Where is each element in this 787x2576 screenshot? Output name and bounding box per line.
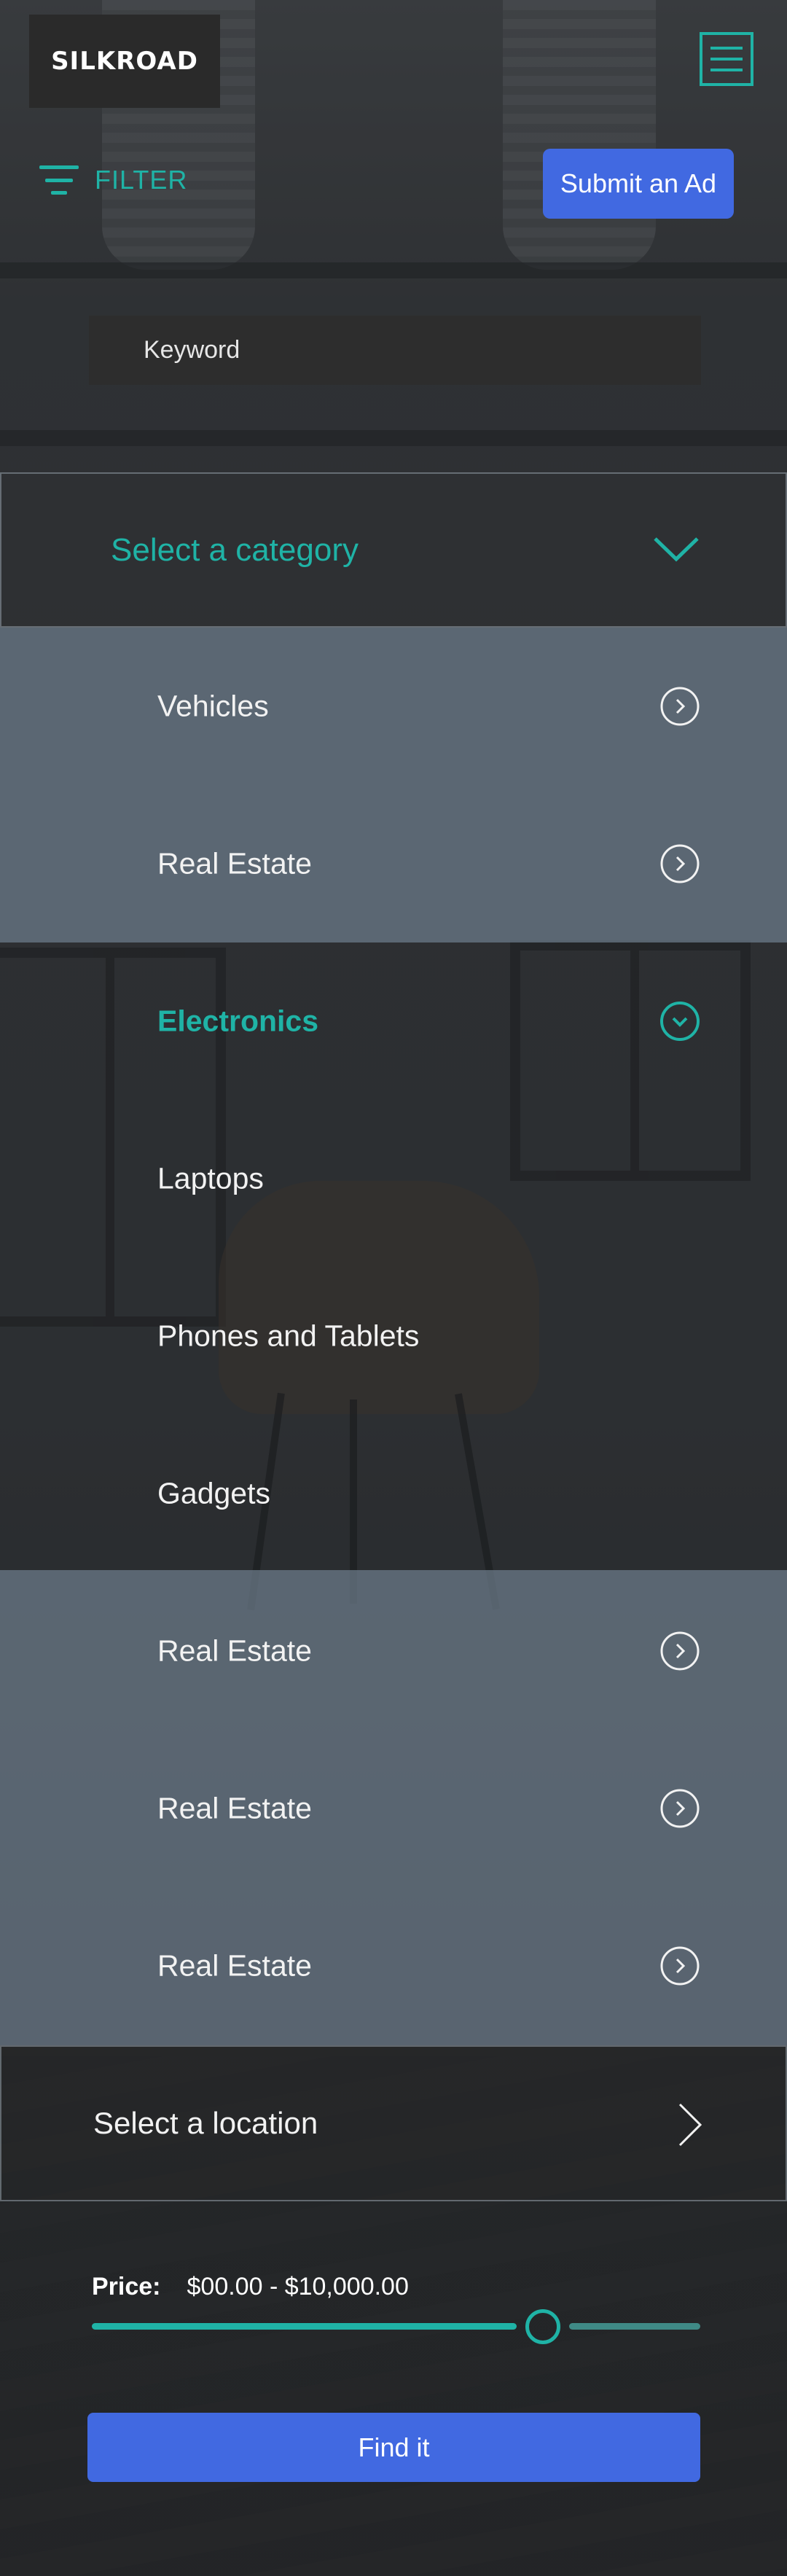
location-select[interactable]: Select a location xyxy=(0,2045,787,2201)
category-select-label: Select a category xyxy=(111,531,359,568)
price-summary: Price: $00.00 - $10,000.00 xyxy=(92,2273,409,2301)
category-item-real-estate[interactable]: Real Estate xyxy=(0,785,787,942)
filter-label: FILTER xyxy=(95,165,188,195)
price-range-value: $00.00 - $10,000.00 xyxy=(187,2273,409,2300)
chevron-right-icon xyxy=(678,2103,702,2147)
category-item-label: Real Estate xyxy=(157,846,312,881)
category-item-real-estate[interactable]: Real Estate xyxy=(0,1572,787,1730)
price-slider-track-filled xyxy=(92,2323,517,2330)
chevron-right-circle-icon xyxy=(660,1631,700,1671)
submit-ad-button[interactable]: Submit an Ad xyxy=(543,149,734,219)
category-item-label: Vehicles xyxy=(157,689,269,723)
filter-icon xyxy=(39,165,79,195)
logo[interactable]: SILKROAD xyxy=(29,15,220,108)
category-item-vehicles[interactable]: Vehicles xyxy=(0,628,787,785)
price-slider-handle[interactable] xyxy=(525,2309,560,2344)
price-label: Price: xyxy=(92,2273,161,2300)
chevron-right-circle-icon xyxy=(660,1946,700,1986)
filter-toggle[interactable]: FILTER xyxy=(39,165,187,195)
logo-text: SILKROAD xyxy=(51,47,198,76)
find-it-button[interactable]: Find it xyxy=(87,2413,700,2482)
chevron-right-circle-icon xyxy=(660,844,700,883)
category-item-real-estate[interactable]: Real Estate xyxy=(0,1730,787,1887)
subcategory-item-laptops[interactable]: Laptops xyxy=(0,1100,787,1257)
category-item-label: Real Estate xyxy=(157,1634,312,1668)
subcategory-item-phones-tablets[interactable]: Phones and Tablets xyxy=(0,1257,787,1415)
chevron-down-circle-icon xyxy=(660,1002,700,1041)
category-item-label: Electronics xyxy=(157,1004,319,1038)
category-item-electronics[interactable]: Electronics xyxy=(0,942,787,1100)
category-item-label: Real Estate xyxy=(157,1791,312,1825)
subcategory-item-label: Gadgets xyxy=(157,1476,270,1510)
price-slider-track-empty xyxy=(569,2323,700,2330)
keyword-input[interactable] xyxy=(89,316,701,385)
chevron-down-icon xyxy=(654,537,699,562)
category-item-real-estate[interactable]: Real Estate xyxy=(0,1887,787,2045)
chevron-right-circle-icon xyxy=(660,687,700,726)
hamburger-menu-icon[interactable] xyxy=(700,32,753,86)
location-select-label: Select a location xyxy=(93,2106,318,2140)
category-select[interactable]: Select a category xyxy=(0,472,787,628)
price-slider[interactable] xyxy=(92,2309,700,2344)
subcategory-item-label: Laptops xyxy=(157,1161,264,1195)
chevron-right-circle-icon xyxy=(660,1789,700,1828)
category-item-label: Real Estate xyxy=(157,1948,312,1983)
subcategory-item-label: Phones and Tablets xyxy=(157,1319,420,1353)
subcategory-item-gadgets[interactable]: Gadgets xyxy=(0,1415,787,1572)
